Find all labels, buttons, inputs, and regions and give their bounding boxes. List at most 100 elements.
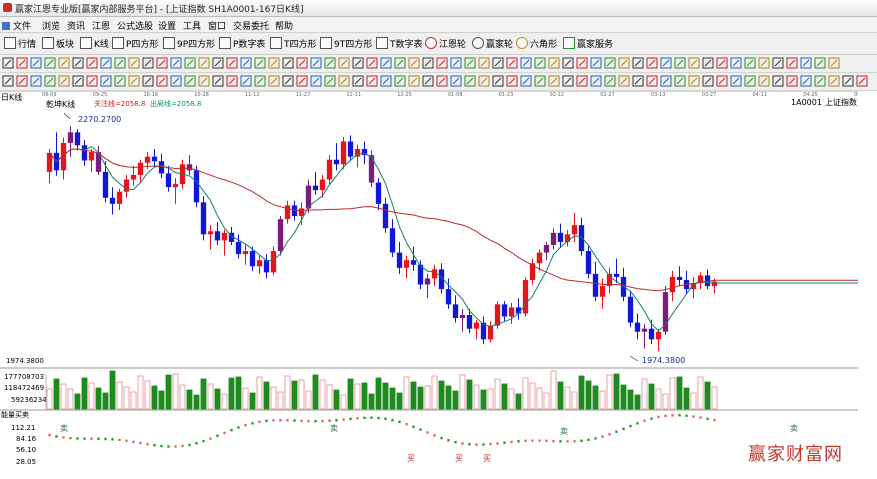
- energy-point: [83, 437, 86, 440]
- volume-bar: [704, 381, 711, 410]
- menu-formula[interactable]: 公式选股: [117, 19, 153, 32]
- tool-sector[interactable]: 板块: [42, 37, 74, 50]
- volume-bar: [515, 393, 522, 410]
- signal-label: 卖: [60, 424, 68, 433]
- volume-bar: [179, 384, 186, 410]
- low-pointer: [629, 355, 639, 362]
- date-label: 01-23: [499, 92, 514, 98]
- menu-trade[interactable]: 交易委托: [233, 19, 269, 32]
- tool-t-table[interactable]: T数字表: [376, 37, 423, 50]
- candle-body: [599, 286, 606, 297]
- tool-icon-mark: [536, 77, 544, 85]
- volume-bar: [291, 380, 298, 410]
- menu-tools[interactable]: 工具: [183, 19, 201, 32]
- energy-point: [454, 440, 457, 444]
- energy-point: [265, 419, 268, 423]
- volume-bar: [711, 386, 718, 410]
- hexagon-icon: [516, 37, 528, 49]
- tool-winner-wheel[interactable]: 赢家轮: [472, 37, 513, 50]
- p-table-icon: [219, 37, 231, 49]
- tool-9p-square[interactable]: 9P四方形: [163, 37, 215, 50]
- menu-settings[interactable]: 设置: [158, 19, 176, 32]
- tool-p-table[interactable]: P数字表: [219, 37, 265, 50]
- candle-body: [522, 279, 529, 314]
- volume-bar: [508, 388, 515, 410]
- volume-bar: [501, 383, 508, 410]
- energy-point: [300, 419, 303, 423]
- tool-icon-mark: [200, 59, 208, 67]
- energy-point: [412, 425, 415, 428]
- energy-point: [111, 438, 114, 441]
- energy-point: [272, 419, 275, 422]
- volume-bar: [543, 392, 550, 410]
- energy-point: [195, 442, 198, 445]
- volume-bar: [102, 392, 109, 410]
- energy-point: [139, 441, 142, 445]
- volume-bar: [319, 379, 326, 410]
- candle-body: [473, 322, 480, 329]
- volume-bar: [648, 383, 655, 410]
- volume-bar: [284, 375, 291, 410]
- gann-wheel-icon: [425, 37, 437, 49]
- tool-winner-service[interactable]: 赢家服务: [563, 37, 613, 50]
- tool-quotes[interactable]: 行情: [4, 37, 36, 50]
- tool-icon-mark: [158, 59, 166, 67]
- energy-point: [384, 417, 387, 420]
- drawing-tools-icons[interactable]: [0, 55, 877, 72]
- candle-body: [277, 219, 284, 252]
- volume-bar: [340, 394, 347, 410]
- tool-icon-mark: [368, 77, 376, 85]
- bs-tick-2: 84.16: [16, 435, 37, 443]
- candle-body: [641, 328, 648, 332]
- 9t-square-icon: [320, 37, 332, 49]
- energy-point: [335, 419, 338, 422]
- tool-icon-mark: [564, 77, 572, 85]
- analysis-toolbar: [0, 73, 877, 91]
- kline-chart[interactable]: 日K线 1A0001 上证指数 乾坤K线 关注线=2058.8 出局线=2058…: [0, 90, 877, 476]
- date-label: 09-09: [42, 92, 57, 98]
- chart-area[interactable]: 日K线 1A0001 上证指数 乾坤K线 关注线=2058.8 出局线=2058…: [0, 90, 877, 479]
- date-label: 02-12: [550, 92, 565, 98]
- menu-file[interactable]: 文件: [2, 19, 31, 32]
- candle-body: [137, 162, 144, 175]
- volume-bar: [578, 375, 585, 410]
- tool-icon-mark: [32, 77, 40, 85]
- volume-bar: [214, 388, 221, 410]
- tool-icon-mark: [74, 59, 82, 67]
- volume-bar: [263, 381, 270, 410]
- tool-9t-square[interactable]: 9T四方形: [320, 37, 372, 50]
- volume-bar: [60, 383, 67, 410]
- candle-body: [298, 208, 305, 217]
- menu-gann[interactable]: 江恩: [92, 19, 110, 32]
- menu-window[interactable]: 窗口: [208, 19, 226, 32]
- tool-icon-mark: [746, 77, 754, 85]
- menu-browse[interactable]: 浏览: [42, 19, 60, 32]
- energy-point: [216, 434, 219, 438]
- tool-gann-wheel[interactable]: 江恩轮: [425, 37, 466, 50]
- tool-icon-mark: [256, 77, 264, 85]
- tool-icon-mark: [326, 77, 334, 85]
- volume-bar: [137, 375, 144, 410]
- tool-kline[interactable]: K线: [80, 37, 109, 50]
- energy-point: [622, 427, 625, 431]
- energy-point: [538, 439, 541, 442]
- candle-body: [88, 152, 95, 161]
- volume-bar: [186, 389, 193, 410]
- tool-hexagon[interactable]: 六角形: [516, 37, 557, 50]
- volume-bar: [662, 393, 669, 410]
- tool-icon-mark: [802, 77, 810, 85]
- tool-icon-mark: [676, 59, 684, 67]
- tool-icon-mark: [18, 77, 26, 85]
- energy-point: [482, 443, 485, 446]
- energy-point: [342, 418, 345, 421]
- menu-help[interactable]: 帮助: [275, 19, 293, 32]
- volume-bar: [228, 377, 235, 410]
- volume-bar: [81, 377, 88, 410]
- candle-body: [543, 244, 550, 253]
- tool-t-square[interactable]: T四方形: [270, 37, 317, 50]
- analysis-tools-icons[interactable]: [0, 73, 877, 90]
- menu-news[interactable]: 资讯: [67, 19, 85, 32]
- candle-body: [375, 182, 382, 204]
- energy-point: [349, 417, 352, 421]
- tool-p-square[interactable]: P四方形: [112, 37, 158, 50]
